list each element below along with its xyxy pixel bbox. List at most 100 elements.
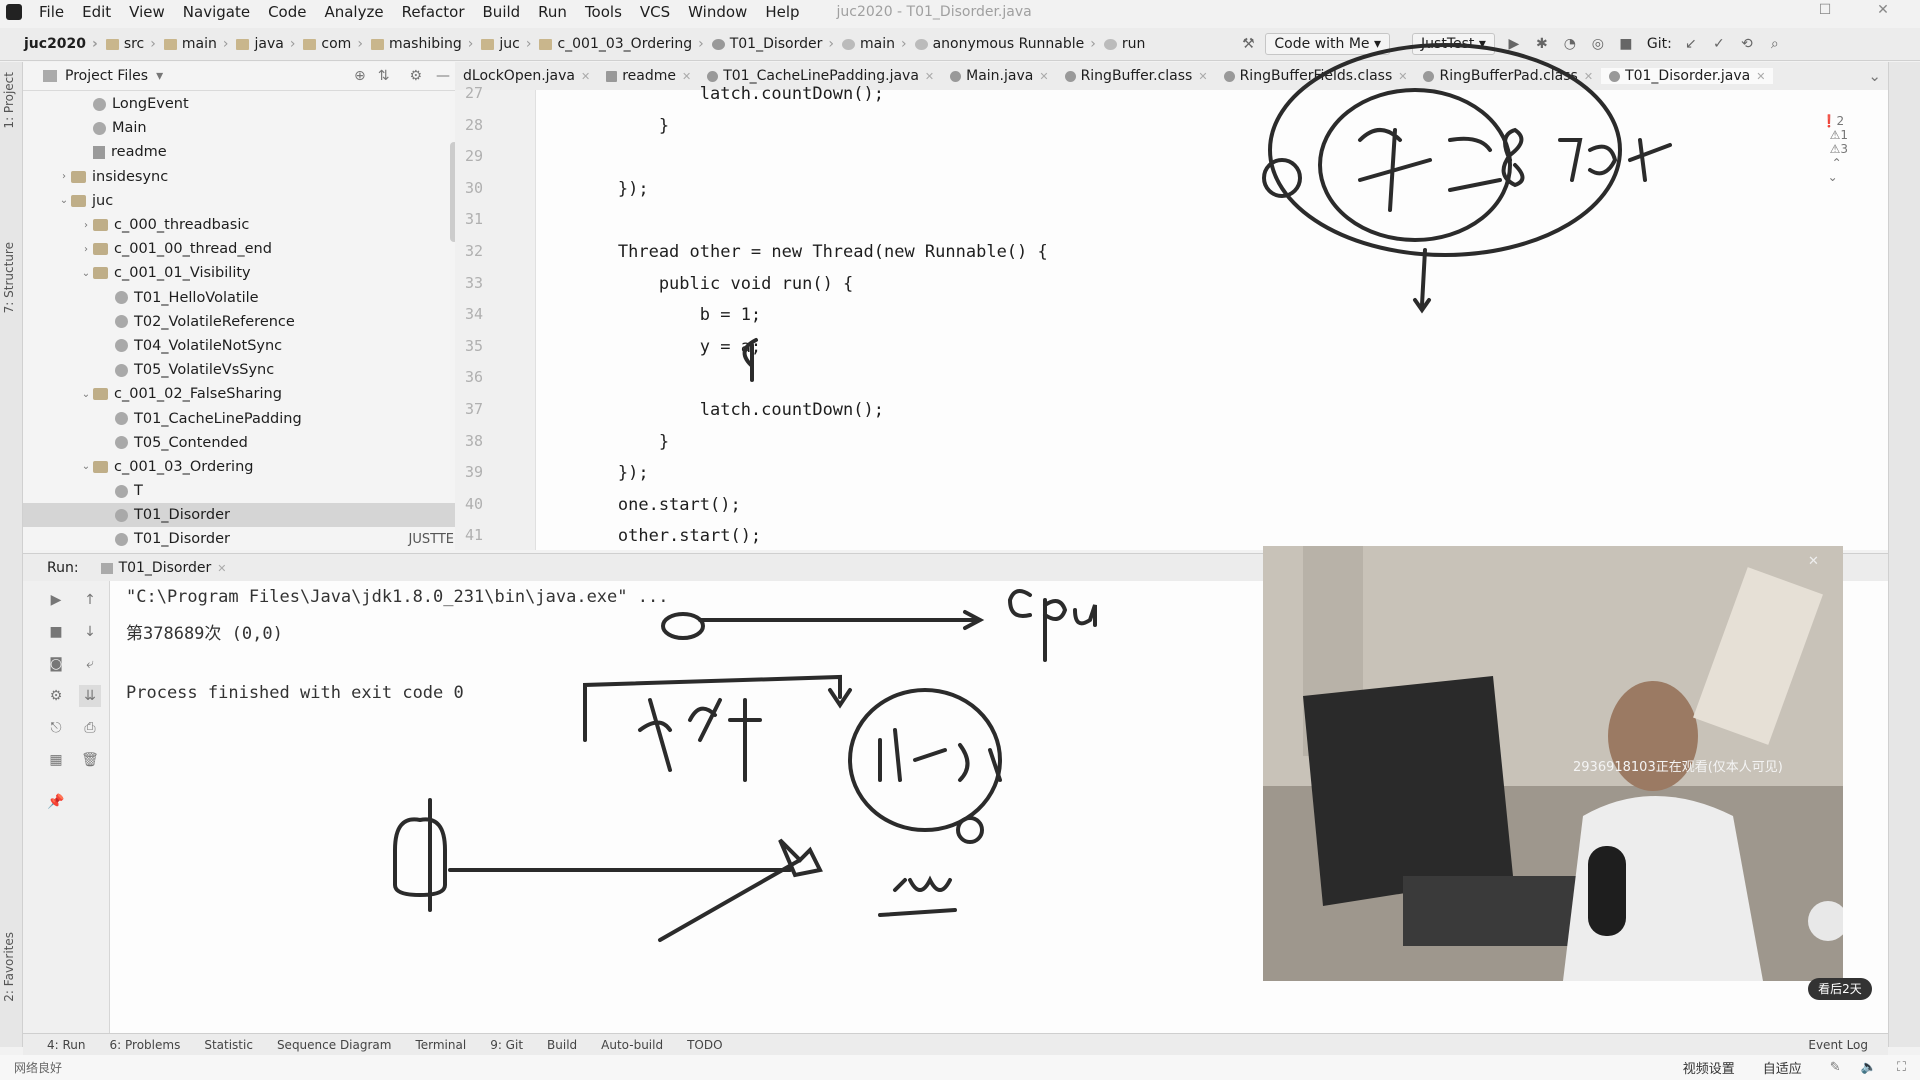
tree-node[interactable]: Main	[23, 116, 458, 140]
code-line[interactable]: });	[536, 175, 649, 203]
code-with-me-button[interactable]: Code with Me ▾	[1265, 33, 1391, 55]
menu-refactor[interactable]: Refactor	[393, 3, 474, 21]
menu-build[interactable]: Build	[474, 3, 530, 21]
run-config-dropdown[interactable]: JustTest ▾	[1412, 33, 1495, 55]
code-line[interactable]: latch.countDown();	[536, 80, 884, 108]
trash-icon[interactable]: 🗑	[79, 749, 101, 771]
tab-main[interactable]: Main.java ✕	[942, 68, 1056, 84]
scroll-up-icon[interactable]: ↑	[79, 589, 101, 611]
menu-edit[interactable]: Edit	[73, 3, 120, 21]
menu-view[interactable]: View	[120, 3, 174, 21]
git-tool-button[interactable]: 9: Git	[490, 1038, 523, 1052]
menu-code[interactable]: Code	[259, 3, 315, 21]
menu-navigate[interactable]: Navigate	[174, 3, 259, 21]
stop-icon[interactable]: ■	[45, 621, 67, 643]
sequence-diagram-tool-button[interactable]: Sequence Diagram	[277, 1038, 392, 1052]
code-line[interactable]: });	[536, 459, 649, 487]
tree-node[interactable]: › c_001_00_thread_end	[23, 237, 458, 261]
tree-node[interactable]: T01_HelloVolatile	[23, 286, 458, 310]
settings-icon[interactable]: ⚙	[45, 685, 67, 707]
tab-ringbufferfields[interactable]: RingBufferFields.class ✕	[1216, 68, 1416, 84]
gear-icon[interactable]: ⚙	[409, 68, 422, 84]
danmaku-icon[interactable]: ✎	[1830, 1060, 1841, 1075]
layout-icon[interactable]: ▦	[45, 749, 67, 771]
chevron-down-icon[interactable]: ⌄	[79, 389, 93, 400]
tab-t01-disorder[interactable]: T01_Disorder.java ✕	[1601, 68, 1774, 84]
breadcrumb-com[interactable]: com ›	[299, 36, 367, 52]
chevron-down-icon[interactable]: ⌄	[79, 268, 93, 279]
tree-node[interactable]: ⌄ juc	[23, 189, 458, 213]
stop-icon[interactable]: ■	[1617, 35, 1635, 53]
breadcrumb-anonymous[interactable]: anonymous Runnable ›	[911, 36, 1100, 52]
maximize-icon[interactable]: ☐	[1815, 2, 1835, 22]
git-commit-icon[interactable]: ✓	[1710, 35, 1728, 53]
build-tool-button[interactable]: Build	[547, 1038, 577, 1052]
chevron-down-icon[interactable]: ▾	[156, 68, 163, 84]
menu-vcs[interactable]: VCS	[631, 3, 679, 21]
menu-tools[interactable]: Tools	[576, 3, 631, 21]
close-icon[interactable]: ✕	[1584, 70, 1593, 83]
chevron-right-icon[interactable]: ›	[79, 244, 93, 255]
git-history-icon[interactable]: ⟲	[1738, 35, 1756, 53]
tree-node[interactable]: ⌄ c_001_01_Visibility	[23, 261, 458, 285]
inspection-widget[interactable]: ❗2 ⚠1 ⚠3 ⌃ ⌄	[1806, 100, 1848, 198]
tab-list-chevron-icon[interactable]: ⌄	[1868, 67, 1881, 85]
tree-node[interactable]: T01_Disorder	[23, 503, 458, 528]
code-line[interactable]: }	[536, 428, 669, 456]
breadcrumb-src[interactable]: src ›	[102, 36, 160, 52]
camera-icon[interactable]: ◙	[45, 653, 67, 675]
breadcrumb-ordering[interactable]: c_001_03_Ordering ›	[535, 36, 707, 52]
project-tool-tab[interactable]: 1: Project	[2, 72, 16, 129]
tree-node[interactable]: T02_VolatileReference	[23, 310, 458, 334]
menu-window[interactable]: Window	[679, 3, 756, 21]
close-icon[interactable]: ✕	[1039, 70, 1048, 83]
todo-tool-button[interactable]: TODO	[687, 1038, 722, 1052]
fit-button[interactable]: 自适应	[1763, 1058, 1802, 1077]
code-editor[interactable]: ❗2 ⚠1 ⚠3 ⌃ ⌄ latch.countDown(); } }); Th…	[536, 84, 1888, 550]
problems-tool-button[interactable]: 6: Problems	[110, 1038, 181, 1052]
scroll-down-icon[interactable]: ↓	[79, 621, 101, 643]
tree-node[interactable]: ⌄ c_001_03_Ordering	[23, 455, 458, 479]
breadcrumb-main[interactable]: main ›	[160, 36, 233, 52]
soft-wrap-icon[interactable]: ⤶	[79, 653, 101, 675]
code-line[interactable]: one.start();	[536, 491, 741, 519]
close-icon[interactable]: ✕	[217, 562, 226, 575]
project-view-label[interactable]: Project Files	[65, 68, 148, 84]
breadcrumb-project[interactable]: juc2020 ›	[20, 36, 102, 52]
run-tab[interactable]: T01_Disorder ✕	[100, 560, 226, 576]
run-icon[interactable]: ▶	[1505, 35, 1523, 53]
tree-node[interactable]: T01_Disorder JUSTTE	[23, 527, 458, 551]
hide-icon[interactable]: —	[436, 68, 450, 84]
close-icon[interactable]: ✕	[925, 70, 934, 83]
chevron-right-icon[interactable]: ›	[79, 220, 93, 231]
tab-ringbufferpad[interactable]: RingBufferPad.class ✕	[1415, 68, 1601, 84]
tree-node[interactable]: T	[23, 479, 458, 503]
menu-file[interactable]: File	[30, 3, 73, 21]
favorites-tool-tab[interactable]: 2: Favorites	[2, 932, 16, 1002]
breadcrumb-java[interactable]: java ›	[232, 36, 299, 52]
print-icon[interactable]: ⎙	[79, 717, 101, 739]
code-line[interactable]: latch.countDown();	[536, 396, 884, 424]
volume-icon[interactable]: 🔈	[1861, 1060, 1877, 1075]
tree-node[interactable]: T01_CacheLinePadding	[23, 406, 458, 430]
next-highlight-icon[interactable]: ⌄	[1828, 170, 1838, 184]
fullscreen-icon[interactable]: ⛶	[1897, 1060, 1906, 1075]
code-line[interactable]: y = a;	[536, 333, 761, 361]
collapse-all-icon[interactable]: ⇅	[378, 68, 390, 84]
previous-highlight-icon[interactable]: ⌃	[1832, 156, 1842, 170]
menu-help[interactable]: Help	[756, 3, 808, 21]
code-line[interactable]: b = 1;	[536, 301, 761, 329]
close-icon[interactable]: ✕	[1756, 70, 1765, 83]
breadcrumb-juc[interactable]: juc ›	[477, 36, 535, 52]
video-settings-button[interactable]: 视频设置	[1683, 1058, 1735, 1077]
tab-ringbuffer[interactable]: RingBuffer.class ✕	[1057, 68, 1216, 84]
menu-run[interactable]: Run	[529, 3, 576, 21]
tree-node[interactable]: LongEvent	[23, 92, 458, 116]
code-line[interactable]: public void run() {	[536, 270, 853, 298]
close-icon[interactable]: ✕	[1198, 70, 1207, 83]
profile-icon[interactable]: ◎	[1589, 35, 1607, 53]
breadcrumb-method-main[interactable]: main ›	[838, 36, 911, 52]
auto-build-tool-button[interactable]: Auto-build	[601, 1038, 663, 1052]
close-icon[interactable]: ✕	[1398, 70, 1407, 83]
run-tool-button[interactable]: 4: Run	[47, 1038, 86, 1052]
